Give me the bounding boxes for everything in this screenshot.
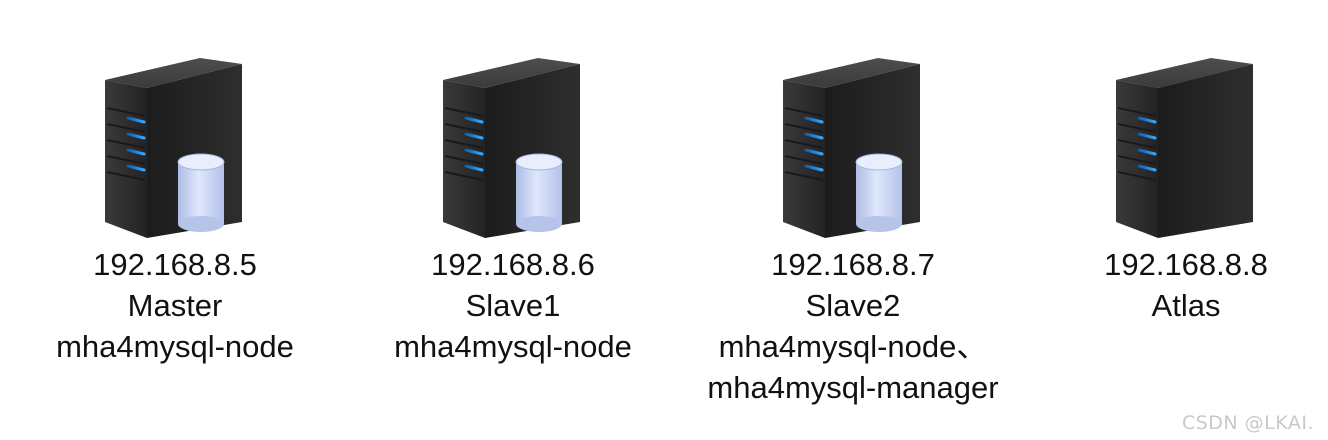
server-database-icon (100, 50, 250, 240)
server-icon (1111, 50, 1261, 240)
node-role: Master (127, 288, 223, 323)
node-master: 192.168.8.5 Master mha4mysql-node (5, 0, 345, 440)
node-software: mha4mysql-node、 (718, 329, 988, 364)
server-database-icon (438, 50, 588, 240)
node-software: mha4mysql-manager (707, 370, 999, 405)
node-ip: 192.168.8.7 (771, 247, 935, 282)
node-atlas: 192.168.8.8 Atlas (1016, 0, 1328, 440)
node-slave1: 192.168.8.6 Slave1 mha4mysql-node (343, 0, 683, 440)
node-ip: 192.168.8.5 (93, 247, 257, 282)
node-role: Slave1 (465, 288, 561, 323)
node-software: mha4mysql-node (394, 329, 632, 364)
node-slave2: 192.168.8.7 Slave2 mha4mysql-node、 mha4m… (683, 0, 1023, 440)
node-software: mha4mysql-node (56, 329, 294, 364)
node-ip: 192.168.8.8 (1104, 247, 1268, 282)
node-role: Atlas (1151, 288, 1221, 323)
node-role: Slave2 (805, 288, 901, 323)
node-ip: 192.168.8.6 (431, 247, 595, 282)
server-database-icon (778, 50, 928, 240)
watermark: CSDN @LKAI. (1181, 412, 1314, 434)
